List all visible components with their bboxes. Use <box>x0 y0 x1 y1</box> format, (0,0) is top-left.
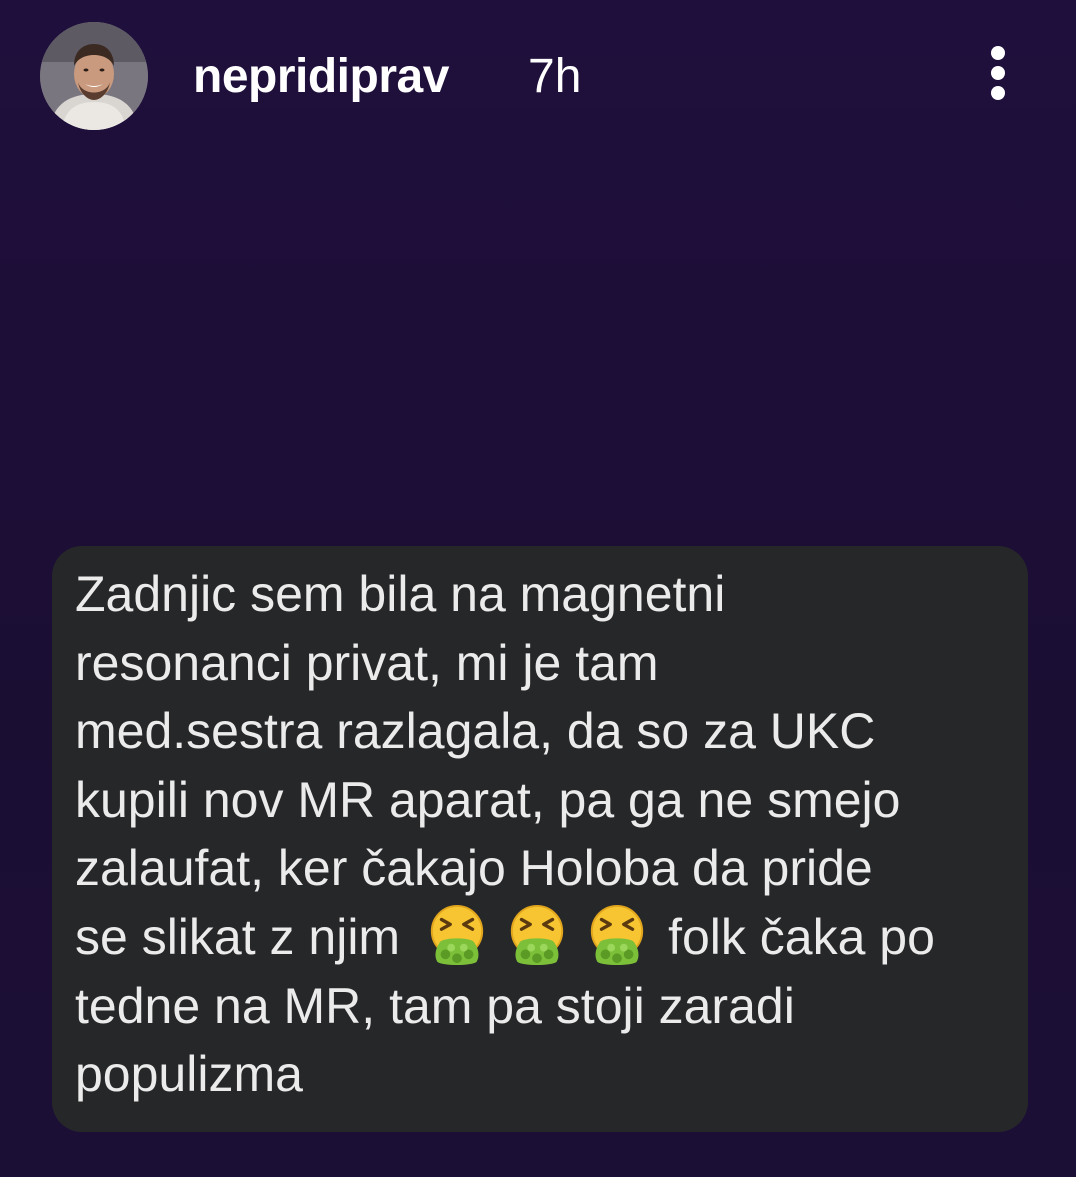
more-vertical-icon <box>991 46 1005 60</box>
emoji-group <box>426 904 666 965</box>
story-timestamp: 7h <box>528 50 582 103</box>
message-text: folk čaka po <box>668 908 935 965</box>
vomiting-face-emoji <box>590 904 644 965</box>
vomiting-face-emoji <box>510 904 564 965</box>
message-line: tedne na MR, tam pa stoji zaradi <box>75 977 795 1034</box>
message-line: med.sestra razlagala, da so za UKC <box>75 703 876 760</box>
message-bubble: Zadnjic sem bila na magnetni resonanci p… <box>52 546 1028 1132</box>
profile-avatar[interactable] <box>40 22 148 130</box>
message-line: resonanci privat, mi je tam <box>75 634 659 691</box>
message-line: zalaufat, ker čakajo Holoba da pride <box>75 840 873 897</box>
profile-avatar-image <box>40 22 148 130</box>
message-line-with-emoji: se slikat z njim folk čaka po <box>75 903 1004 972</box>
more-options-button[interactable] <box>978 40 1018 106</box>
more-vertical-icon <box>991 66 1005 80</box>
message-line: populizma <box>75 1046 303 1103</box>
message-text: se slikat z njim <box>75 908 401 965</box>
more-vertical-icon <box>991 86 1005 100</box>
message-line: Zadnjic sem bila na magnetni <box>75 566 726 622</box>
story-username[interactable]: nepridiprav <box>193 49 449 105</box>
message-line: kupili nov MR aparat, pa ga ne smejo <box>75 771 901 828</box>
vomiting-face-emoji <box>430 904 484 965</box>
story-header: nepridiprav 7h <box>0 0 1076 160</box>
